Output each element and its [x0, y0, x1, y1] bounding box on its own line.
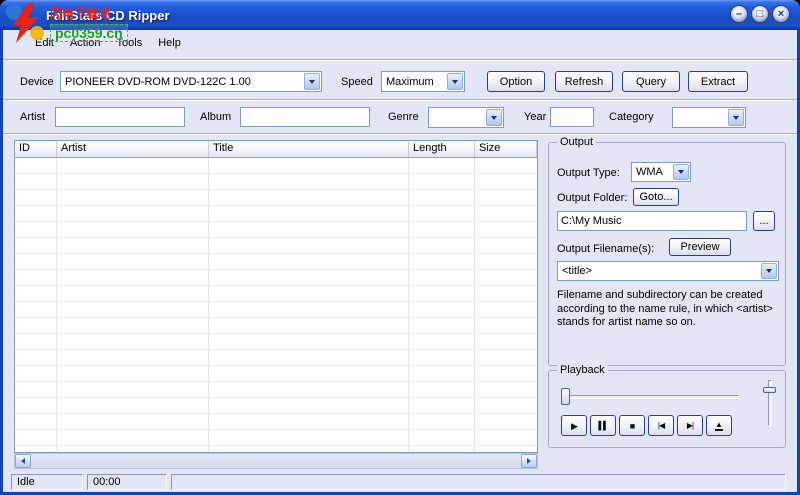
watermark-logo-icon	[6, 3, 44, 43]
grid-line	[56, 158, 57, 452]
filename-pattern-select[interactable]: <title>	[557, 261, 779, 281]
genre-label: Genre	[388, 111, 419, 123]
album-input[interactable]	[240, 107, 370, 127]
column-header-artist[interactable]: Artist	[57, 141, 209, 157]
output-panel: Output Output Type: WMA Output Folder: G…	[548, 136, 786, 366]
browse-button[interactable]: ...	[753, 211, 775, 231]
table-header: ID Artist Title Length Size	[15, 141, 537, 158]
speed-select[interactable]: Maximum	[381, 71, 465, 92]
column-header-size[interactable]: Size	[475, 141, 537, 157]
device-select[interactable]: PIONEER DVD-ROM DVD-122C 1.00	[60, 71, 322, 92]
category-select[interactable]	[672, 107, 746, 128]
play-button[interactable]: ▶	[561, 415, 587, 436]
stop-icon: ■	[629, 420, 636, 431]
output-folder-label: Output Folder:	[557, 192, 628, 204]
seek-slider-thumb[interactable]	[561, 388, 570, 405]
scroll-left-icon	[21, 458, 25, 464]
close-icon: ×	[777, 8, 785, 20]
filename-help-text: Filename and subdirectory can be created…	[557, 289, 773, 328]
grid-line	[408, 158, 409, 452]
chevron-down-icon[interactable]	[486, 109, 502, 126]
year-label: Year	[524, 111, 547, 123]
chevron-down-icon[interactable]	[447, 73, 463, 90]
scroll-left-button[interactable]	[15, 454, 31, 468]
minimize-icon: –	[735, 8, 743, 20]
watermark-site-url: pc0359.cn	[50, 24, 128, 42]
column-header-length[interactable]: Length	[409, 141, 475, 157]
status-text: Idle	[17, 476, 35, 488]
horizontal-scrollbar[interactable]	[14, 453, 538, 469]
track-table: ID Artist Title Length Size	[14, 140, 538, 453]
seek-slider-track[interactable]	[561, 395, 739, 399]
maximize-icon: □	[756, 8, 764, 20]
watermark: 闪电下载吧 pc0359.cn	[2, 0, 172, 62]
goto-button[interactable]: Goto...	[633, 188, 679, 206]
genre-select[interactable]	[428, 107, 504, 128]
artist-input[interactable]	[55, 107, 185, 127]
time-text: 00:00	[93, 476, 121, 488]
output-filename-label: Output Filename(s):	[557, 243, 655, 255]
query-button[interactable]: Query	[622, 71, 680, 92]
output-type-select[interactable]: WMA	[631, 162, 691, 182]
next-track-icon: ▶|	[686, 420, 694, 430]
column-header-id[interactable]: ID	[15, 141, 57, 157]
filename-pattern-value: <title>	[562, 265, 592, 277]
app-window: FairStars CD Ripper – □ × Edit Action To…	[0, 0, 800, 495]
client-area: Edit Action Tools Help Device PIONEER DV…	[3, 30, 797, 492]
status-bar: Idle 00:00	[3, 474, 797, 492]
device-select-value: PIONEER DVD-ROM DVD-122C 1.00	[65, 75, 251, 88]
scrollbar-track[interactable]	[31, 454, 521, 468]
scroll-right-icon	[527, 458, 531, 464]
device-label: Device	[20, 76, 54, 88]
time-panel: 00:00	[87, 474, 167, 490]
chevron-down-icon[interactable]	[761, 263, 777, 279]
eject-button[interactable]: ▲	[706, 415, 732, 436]
output-folder-input[interactable]	[557, 211, 747, 231]
chevron-down-icon[interactable]	[673, 164, 689, 180]
pause-button[interactable]: ▌▌	[590, 415, 616, 436]
separator	[3, 99, 797, 101]
grid-line	[474, 158, 475, 452]
album-label: Album	[200, 111, 232, 123]
grid-line	[208, 158, 209, 452]
option-button[interactable]: Option	[487, 71, 545, 92]
previous-track-icon: |◀	[657, 420, 665, 430]
playback-panel: Playback ▶ ▌▌ ■ |◀ ▶| ▲	[548, 364, 786, 448]
volume-slider-thumb[interactable]	[763, 387, 776, 393]
close-button[interactable]: ×	[772, 5, 790, 23]
playback-panel-title: Playback	[557, 364, 608, 376]
speed-select-value: Maximum	[386, 75, 434, 88]
category-label: Category	[609, 111, 654, 123]
minimize-button[interactable]: –	[730, 5, 748, 23]
next-track-button[interactable]: ▶|	[677, 415, 703, 436]
preview-button[interactable]: Preview	[669, 238, 731, 256]
watermark-site-name: 闪电下载吧	[50, 7, 111, 21]
output-type-label: Output Type:	[557, 167, 620, 179]
output-type-value: WMA	[636, 166, 663, 178]
refresh-button[interactable]: Refresh	[555, 71, 613, 92]
column-header-title[interactable]: Title	[209, 141, 409, 157]
pause-icon: ▌▌	[598, 420, 608, 430]
stop-button[interactable]: ■	[619, 415, 645, 436]
artist-label: Artist	[20, 111, 46, 123]
previous-track-button[interactable]: |◀	[648, 415, 674, 436]
year-input[interactable]	[550, 107, 594, 127]
play-icon: ▶	[571, 420, 578, 431]
table-body[interactable]	[15, 158, 537, 452]
maximize-button[interactable]: □	[751, 5, 769, 23]
eject-icon: ▲	[715, 419, 723, 431]
chevron-down-icon[interactable]	[728, 109, 744, 126]
chevron-down-icon[interactable]	[304, 73, 320, 90]
scroll-right-button[interactable]	[521, 454, 537, 468]
info-panel	[171, 474, 786, 490]
status-panel: Idle	[11, 474, 83, 490]
output-panel-title: Output	[557, 136, 597, 148]
speed-label: Speed	[341, 76, 373, 88]
separator	[3, 133, 797, 135]
extract-button[interactable]: Extract	[688, 71, 748, 92]
